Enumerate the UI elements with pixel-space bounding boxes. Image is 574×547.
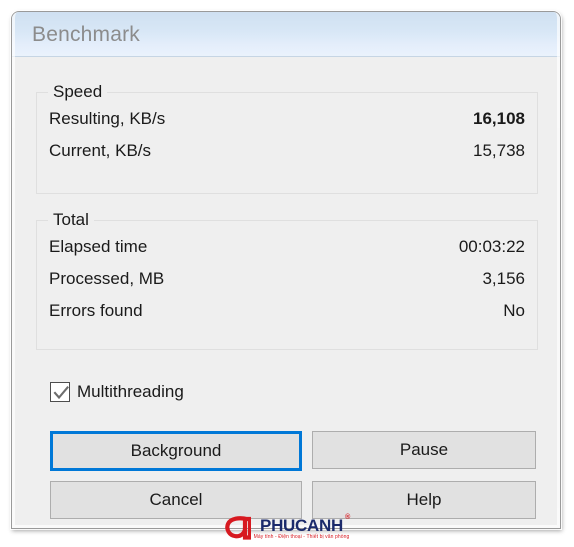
checkmark-icon bbox=[53, 386, 69, 400]
benchmark-dialog-window: Benchmark Speed Resulting, KB/s 16,108 C… bbox=[11, 11, 561, 529]
pause-button[interactable]: Pause bbox=[312, 431, 536, 469]
dialog-body: Speed Resulting, KB/s 16,108 Current, KB… bbox=[12, 57, 560, 528]
row-label: Errors found bbox=[49, 301, 143, 320]
row-processed-mb: Processed, MB 3,156 bbox=[49, 269, 525, 296]
background-button[interactable]: Background bbox=[50, 431, 302, 471]
group-total-title: Total bbox=[48, 210, 94, 230]
row-value: 15,738 bbox=[473, 141, 525, 160]
row-current-speed: Current, KB/s 15,738 bbox=[49, 141, 525, 168]
title-bar[interactable]: Benchmark bbox=[12, 12, 560, 57]
row-value: 16,108 bbox=[473, 109, 525, 128]
row-value: 3,156 bbox=[482, 269, 525, 288]
group-total: Total Elapsed time 00:03:22 Processed, M… bbox=[36, 210, 538, 350]
row-value: No bbox=[503, 301, 525, 320]
row-value: 00:03:22 bbox=[458, 237, 525, 256]
cancel-button[interactable]: Cancel bbox=[50, 481, 302, 519]
row-label: Elapsed time bbox=[49, 237, 148, 256]
multithreading-checkbox[interactable]: Multithreading bbox=[50, 380, 184, 404]
multithreading-label: Multithreading bbox=[77, 382, 184, 401]
row-elapsed-time: Elapsed time 00:03:22 bbox=[49, 237, 525, 264]
group-speed-title: Speed bbox=[48, 82, 108, 102]
group-speed: Speed Resulting, KB/s 16,108 Current, KB… bbox=[36, 82, 538, 194]
window-title: Benchmark bbox=[32, 23, 141, 46]
row-label: Resulting, KB/s bbox=[49, 109, 166, 128]
row-resulting-speed: Resulting, KB/s 16,108 bbox=[49, 109, 525, 136]
row-label: Processed, MB bbox=[49, 269, 165, 288]
help-button[interactable]: Help bbox=[312, 481, 536, 519]
checkbox-box[interactable] bbox=[50, 382, 70, 402]
row-label: Current, KB/s bbox=[49, 141, 152, 160]
row-errors-found: Errors found No bbox=[49, 301, 525, 328]
watermark-tagline: Máy tính - Điện thoại - Thiết bị văn phò… bbox=[253, 533, 350, 540]
